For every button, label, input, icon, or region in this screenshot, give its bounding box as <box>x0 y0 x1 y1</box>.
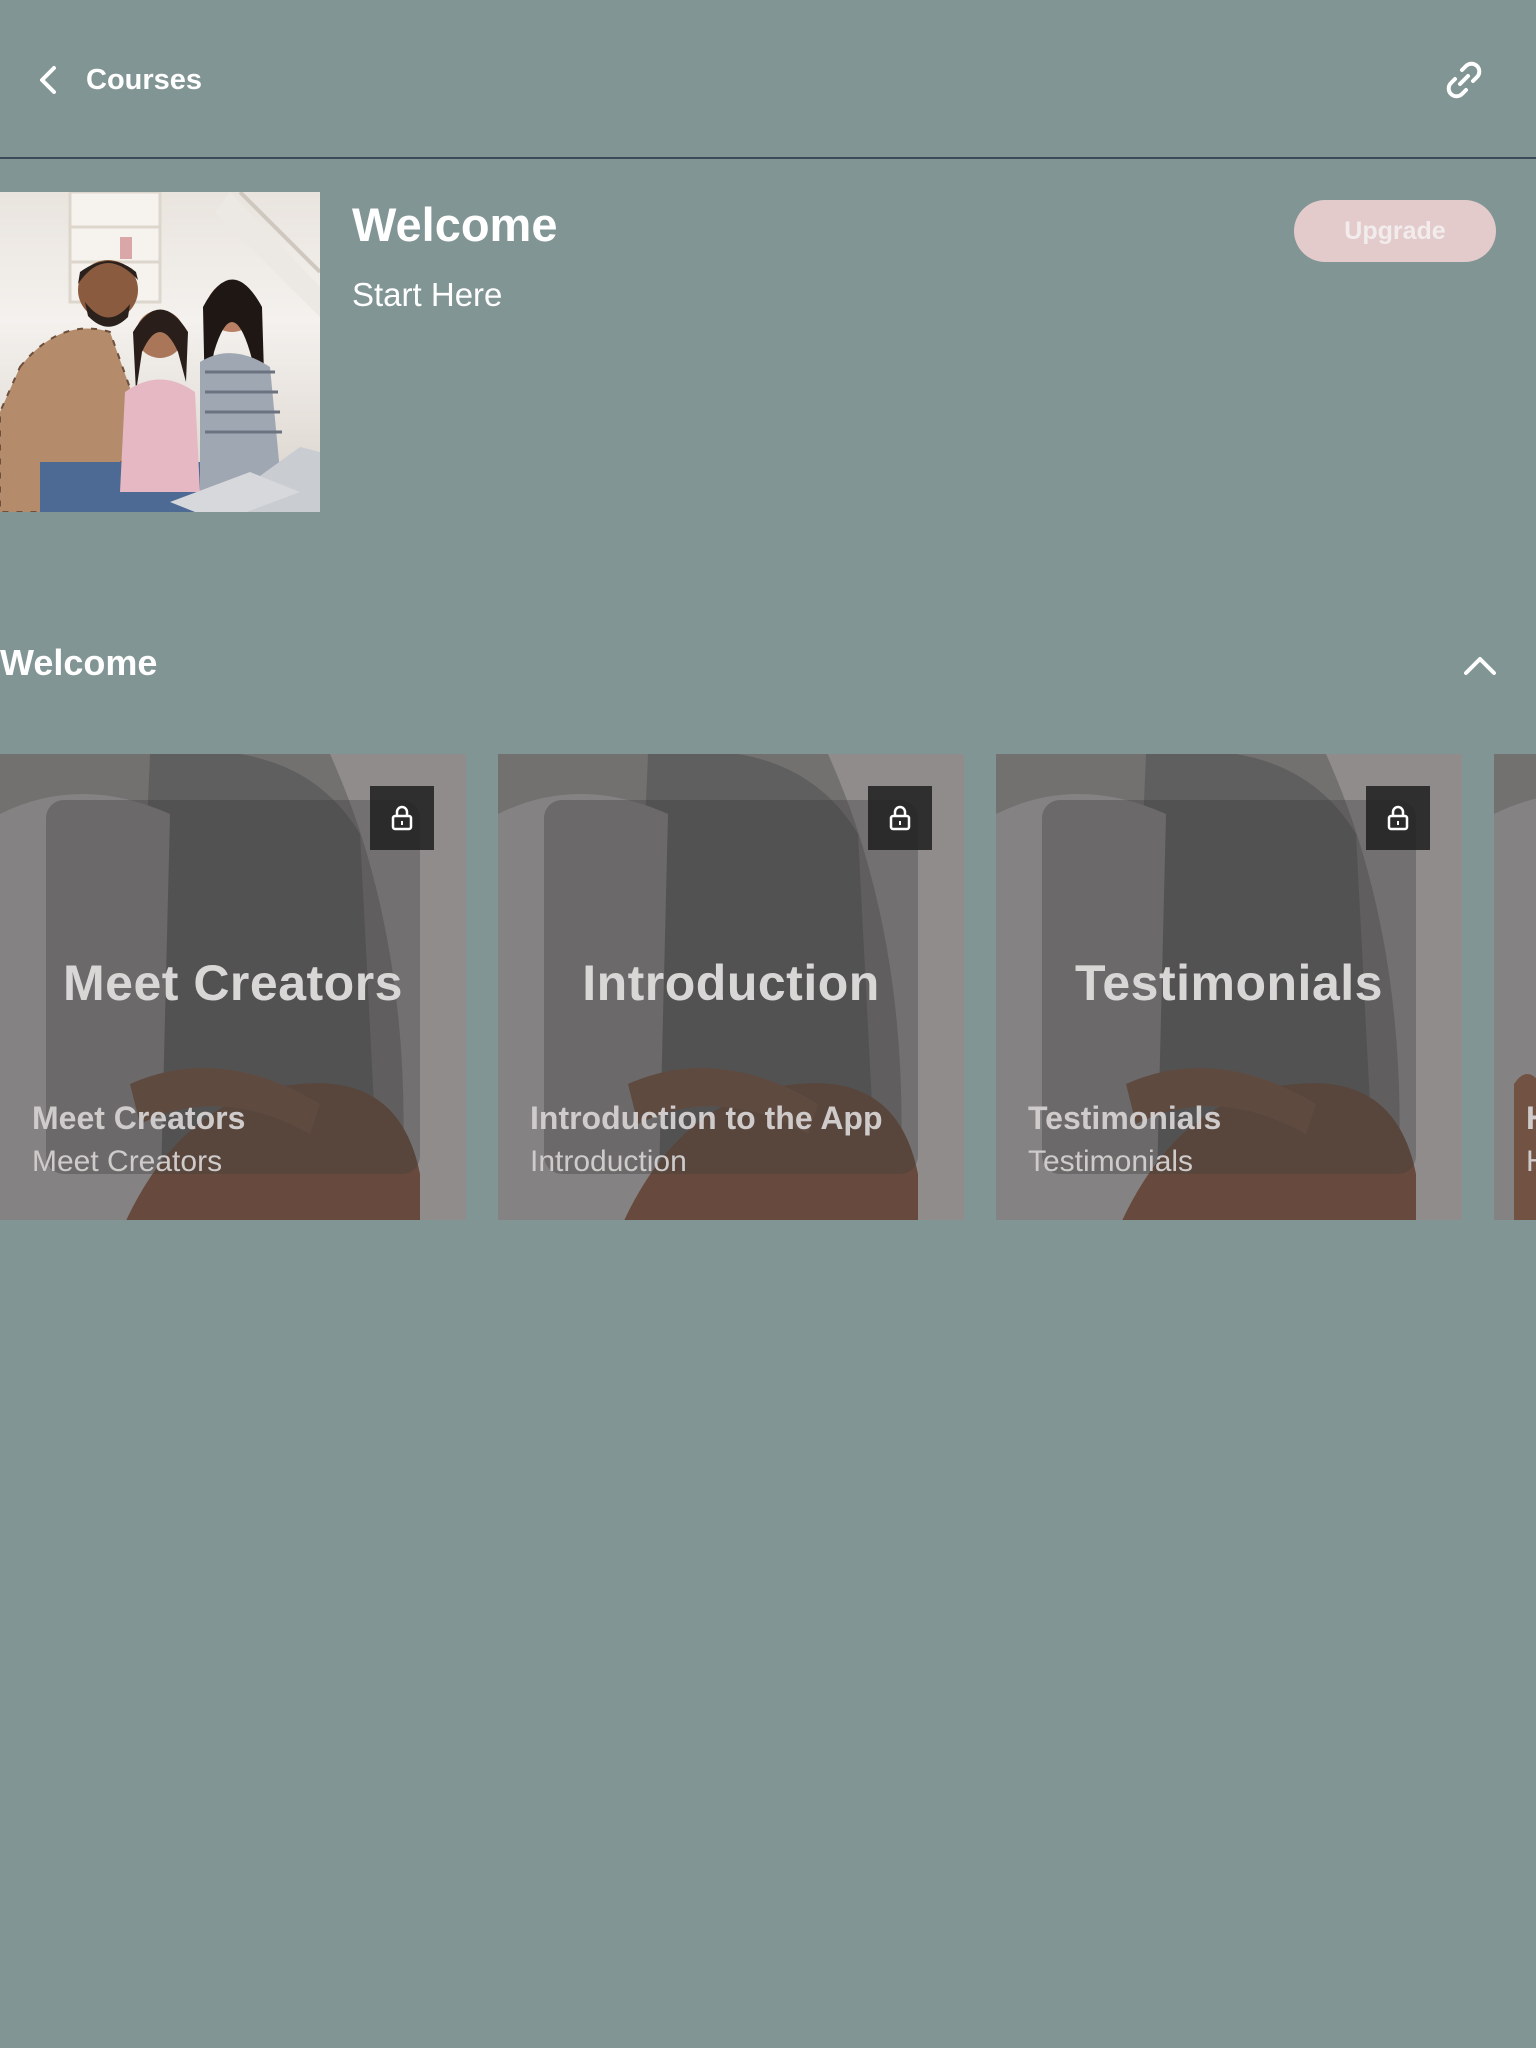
lock-icon <box>889 805 911 831</box>
card-subtitle: H <box>1526 1145 1536 1179</box>
upgrade-button[interactable]: Upgrade <box>1294 200 1496 262</box>
lock-icon <box>1387 805 1409 831</box>
cover-text: Testimonials <box>1075 955 1383 1011</box>
app-screen: Courses Welcome Start Here Upgrade Welco… <box>0 0 1536 2048</box>
card-title: Introduction to the App <box>530 1100 883 1136</box>
lesson-card-partial[interactable]: H H <box>1494 754 1536 1220</box>
chevron-up-icon <box>1464 657 1496 675</box>
back-label: Courses <box>86 63 203 96</box>
card-subtitle: Testimonials <box>1028 1145 1194 1178</box>
cover-text: Meet Creators <box>63 955 403 1011</box>
section-collapse-button[interactable] <box>1458 643 1502 687</box>
share-link-button[interactable] <box>1440 56 1488 104</box>
card-title: H <box>1526 1100 1536 1137</box>
course-title: Welcome <box>352 198 558 251</box>
top-bar: Courses <box>0 0 1536 159</box>
lesson-card-meet-creators[interactable]: Meet Creators Meet Creators Meet Creator… <box>0 754 466 1220</box>
course-subtitle: Start Here <box>352 276 503 313</box>
card-subtitle: Introduction <box>530 1145 687 1178</box>
lesson-card-testimonials[interactable]: Testimonials Testimonials Testimonials <box>996 754 1462 1220</box>
lock-icon <box>391 805 413 831</box>
family-photo-illustration <box>0 192 320 512</box>
card-title: Testimonials <box>1028 1100 1222 1136</box>
cover-text: Introduction <box>582 955 880 1011</box>
link-icon <box>1446 61 1482 99</box>
lesson-card-introduction[interactable]: Introduction Introduction to the App Int… <box>498 754 964 1220</box>
card-subtitle: Meet Creators <box>32 1145 223 1178</box>
lock-badge <box>370 786 434 850</box>
section-title: Welcome <box>0 642 158 683</box>
course-thumbnail-image <box>0 192 320 512</box>
lock-badge <box>1366 786 1430 850</box>
chevron-left-icon <box>40 66 56 94</box>
back-button[interactable]: Courses <box>30 56 202 104</box>
card-title: Meet Creators <box>32 1100 246 1136</box>
lock-badge <box>868 786 932 850</box>
